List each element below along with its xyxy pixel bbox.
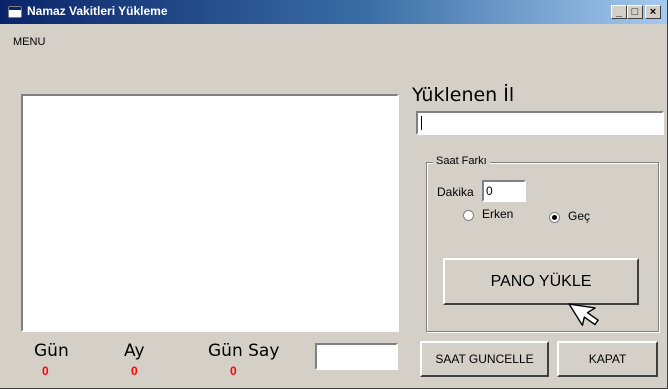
month-value: 0 (131, 364, 138, 378)
minutes-input[interactable]: 0 (482, 180, 526, 202)
day-count-input[interactable] (315, 343, 398, 370)
close-button[interactable]: KAPAT (557, 341, 658, 377)
title-bar[interactable]: Namaz Vakitleri Yükleme _ □ × (0, 0, 667, 24)
radio-gec[interactable] (549, 212, 560, 223)
main-window: Namaz Vakitleri Yükleme _ □ × MENU Yükle… (0, 0, 668, 389)
day-count-label: Gün Say (208, 341, 280, 361)
menu-item-menu[interactable]: MENU (13, 36, 45, 48)
minimize-icon[interactable]: _ (611, 5, 627, 19)
prayer-times-list[interactable] (21, 94, 399, 332)
hand-cursor-icon (568, 303, 599, 327)
province-input[interactable] (416, 111, 664, 135)
minutes-label: Dakika (437, 185, 474, 199)
load-panel-button[interactable]: PANO YÜKLE (443, 258, 639, 305)
window-title: Namaz Vakitleri Yükleme (27, 4, 168, 18)
day-label: Gün (34, 341, 69, 361)
province-label: Yüklenen İl (412, 84, 515, 106)
radio-erken-label: Erken (482, 207, 514, 221)
close-icon[interactable]: × (645, 5, 661, 19)
time-offset-legend: Saat Farkı (433, 155, 490, 167)
radio-gec-dot (552, 215, 557, 220)
text-caret (421, 116, 422, 130)
radio-gec-label: Geç (568, 209, 591, 223)
month-label: Ay (124, 341, 145, 361)
maximize-icon[interactable]: □ (627, 5, 643, 19)
radio-erken[interactable] (463, 210, 474, 221)
day-count-value: 0 (230, 364, 237, 378)
app-icon (8, 6, 22, 18)
update-time-button[interactable]: SAAT GUNCELLE (420, 341, 549, 377)
day-value: 0 (42, 364, 49, 378)
